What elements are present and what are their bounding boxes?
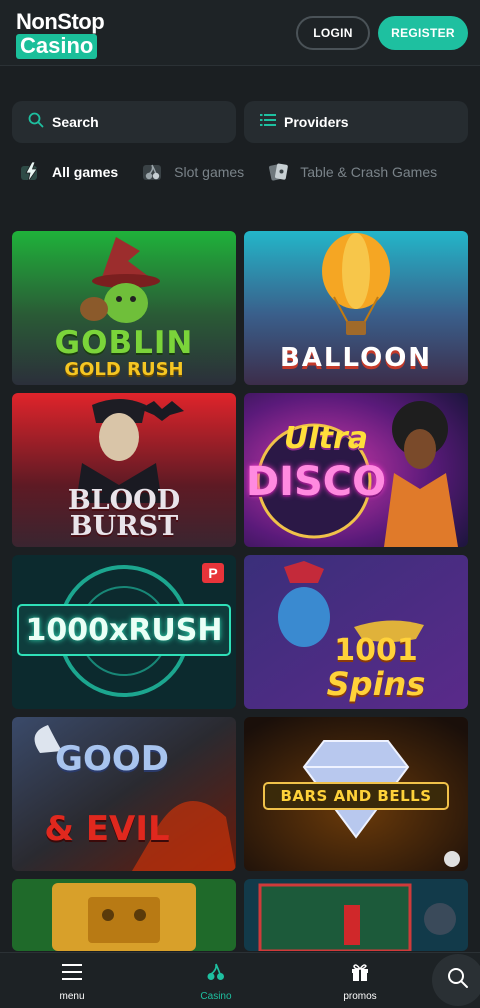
game-tile-aztec[interactable] bbox=[12, 879, 236, 951]
game-title-line1: BARS AND BELLS bbox=[280, 787, 432, 805]
game-tile-blood-burst[interactable]: BLOOD BURST bbox=[12, 393, 236, 547]
filter-all-games[interactable]: All games bbox=[20, 161, 118, 183]
provider-badge: P bbox=[208, 565, 218, 581]
game-tile-circus[interactable] bbox=[244, 879, 468, 951]
list-icon bbox=[260, 113, 276, 132]
game-title-line1: BALLOON bbox=[279, 343, 433, 373]
nav-promos-label: promos bbox=[343, 991, 377, 1002]
nav-casino[interactable]: Casino bbox=[176, 963, 256, 1002]
category-filters: All games Slot games Table & Crash Games bbox=[20, 158, 461, 186]
nav-promos[interactable]: promos bbox=[320, 963, 400, 1002]
nav-casino-label: Casino bbox=[200, 991, 232, 1002]
cherry-icon bbox=[142, 161, 164, 183]
game-title-line1: 1000xRUSH bbox=[25, 613, 223, 648]
game-title-line1: 1001 bbox=[334, 633, 418, 668]
search-input[interactable]: Search bbox=[12, 101, 236, 143]
nonstop-casino-logo[interactable]: NonStop Casino bbox=[16, 9, 120, 61]
filter-slot-games[interactable]: Slot games bbox=[142, 161, 244, 183]
search-icon bbox=[447, 967, 469, 994]
login-button[interactable]: LOGIN bbox=[296, 16, 370, 50]
game-title-line1: GOOD bbox=[55, 739, 169, 779]
filter-all-games-label: All games bbox=[52, 164, 119, 180]
game-title-line2: & EVIL bbox=[44, 809, 170, 849]
register-button[interactable]: REGISTER bbox=[378, 16, 468, 50]
game-title-line2: Spins bbox=[326, 665, 426, 703]
game-title-line2: GOLD RUSH bbox=[64, 359, 184, 380]
providers-button[interactable]: Providers bbox=[244, 101, 468, 143]
game-tile-goblin-gold-rush[interactable]: GOBLIN GOLD RUSH bbox=[12, 231, 236, 385]
filter-slot-games-label: Slot games bbox=[174, 164, 245, 180]
game-title-line2: DISCO bbox=[245, 459, 387, 505]
filter-table-crash-games[interactable]: Table & Crash Games bbox=[268, 161, 437, 183]
logo-text-top: NonStop bbox=[16, 9, 105, 34]
cherry-icon bbox=[206, 963, 226, 986]
filter-table-crash-games-label: Table & Crash Games bbox=[300, 164, 438, 180]
cards-icon bbox=[268, 161, 290, 183]
game-tile-balloon[interactable]: BALLOON bbox=[244, 231, 468, 385]
nav-menu-label: menu bbox=[59, 991, 85, 1002]
game-title-line1: GOBLIN bbox=[54, 325, 194, 361]
search-icon bbox=[28, 112, 44, 133]
lightning-icon bbox=[20, 161, 42, 183]
gift-icon bbox=[350, 963, 370, 986]
game-tile-1000x-rush[interactable]: P 1000xRUSH bbox=[12, 555, 236, 709]
hamburger-icon bbox=[62, 963, 82, 986]
game-tile-1001-spins[interactable]: 1001 Spins bbox=[244, 555, 468, 709]
nav-menu[interactable]: menu bbox=[32, 963, 112, 1002]
logo-text-bottom: Casino bbox=[16, 34, 98, 59]
game-tile-good-and-evil[interactable]: GOOD & EVIL bbox=[12, 717, 236, 871]
game-title-line1: Ultra bbox=[283, 421, 369, 456]
providers-label: Providers bbox=[284, 114, 349, 130]
game-tile-bars-and-bells[interactable]: BARS AND BELLS bbox=[244, 717, 468, 871]
top-header: NonStop Casino LOGIN REGISTER bbox=[0, 0, 480, 66]
game-title-line2: BURST bbox=[69, 511, 179, 542]
game-tile-ultra-disco[interactable]: Ultra DISCO bbox=[244, 393, 468, 547]
search-label: Search bbox=[52, 114, 99, 130]
floating-search-button[interactable] bbox=[432, 954, 480, 1006]
bottom-navigation: menu Casino promos bbox=[0, 952, 480, 1008]
